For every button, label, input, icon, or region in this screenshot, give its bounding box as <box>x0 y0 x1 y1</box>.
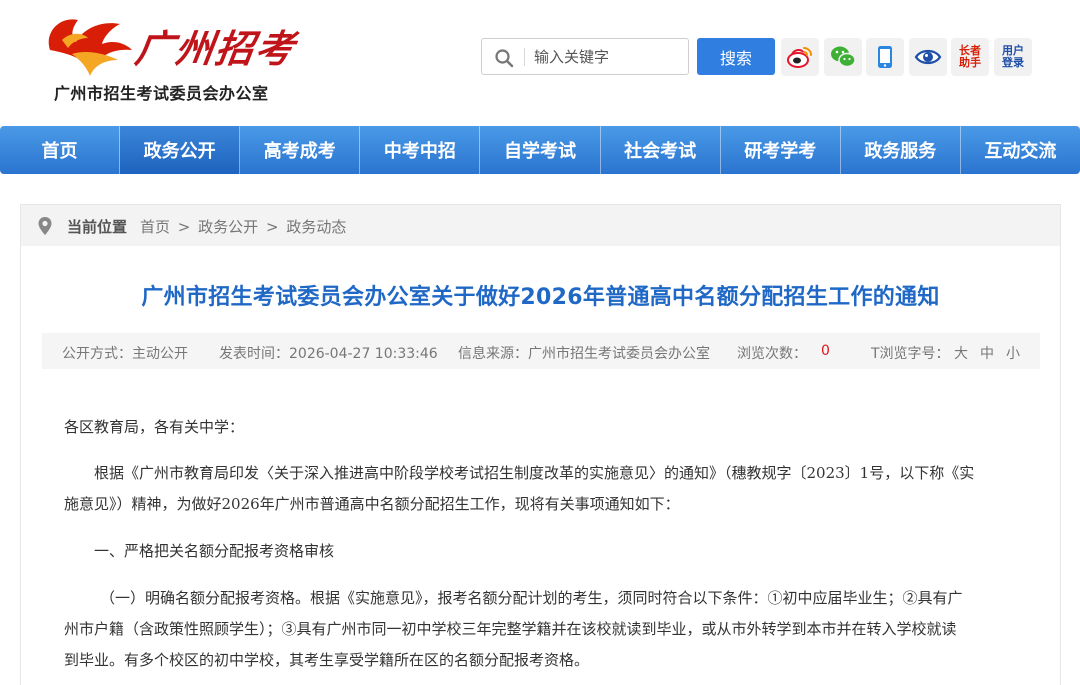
nav-item-home[interactable]: 首页 <box>0 126 121 174</box>
elder-helper-icon: 长者 助手 <box>959 44 981 69</box>
search-box <box>481 38 689 75</box>
search-button[interactable]: 搜索 <box>697 38 775 75</box>
eye-icon <box>914 49 942 65</box>
nav-item-gaokao[interactable]: 高考成考 <box>240 126 361 174</box>
weibo-icon <box>787 47 812 68</box>
accessibility-button[interactable] <box>909 38 947 76</box>
paragraph-line: 各区教育局，各有关中学： <box>64 418 245 436</box>
nav-item-self-study[interactable]: 自学考试 <box>480 126 601 174</box>
meta-font-size-label: T浏览字号： <box>871 346 950 362</box>
logo-flame-icon <box>48 19 132 76</box>
nav-item-social-exam[interactable]: 社会考试 <box>601 126 721 174</box>
user-login-button[interactable]: 用户 登录 <box>994 38 1032 76</box>
mobile-button[interactable] <box>866 38 904 76</box>
nav-item-zhongkao[interactable]: 中考中招 <box>360 126 481 174</box>
breadcrumb-sep: > <box>177 218 191 236</box>
site-header: 广州招考 广州市招生考试委员会办公室 搜索 <box>0 0 1080 118</box>
meta-open-mode: 公开方式：主动公开 <box>62 346 188 362</box>
wechat-button[interactable] <box>824 38 862 76</box>
org-name: 广州市招生考试委员会办公室 <box>54 84 269 103</box>
wechat-icon <box>831 46 856 68</box>
meta-source: 信息来源：广州市招生考试委员会办公室 <box>458 346 710 362</box>
nav-item-graduate-exam[interactable]: 研考学考 <box>721 126 841 174</box>
paragraph-line: 根据《广州市教育局印发〈关于深入推进高中阶段学校考试招生制度改革的实施意见〉的通… <box>94 464 975 482</box>
paragraph-line: 州市户籍（含政策性照顾学生）；③具有广州市同一初中学校三年完整学籍并在该校就读到… <box>64 620 957 638</box>
paragraph-line: 到毕业。有多个校区的初中学校，其考生享受学籍所在区的名额分配报考资格。 <box>64 651 590 669</box>
breadcrumb-sep: > <box>265 218 279 236</box>
breadcrumb-gov-affairs[interactable]: 政务公开 <box>198 218 258 236</box>
meta-publish-time: 发表时间：2026-04-27 10:33:46 <box>219 346 438 362</box>
main-nav: 首页 政务公开 高考成考 中考中招 自学考试 社会考试 研考学考 政务服务 互动… <box>0 126 1080 174</box>
location-pin-icon <box>38 217 52 235</box>
breadcrumb-label: 当前位置 <box>67 218 128 236</box>
font-size-small[interactable]: 小 <box>1006 343 1020 363</box>
breadcrumb-path: 首页 > 政务公开 > 政务动态 <box>140 216 349 237</box>
nav-item-gov-affairs[interactable]: 政务公开 <box>120 126 241 174</box>
font-size-medium[interactable]: 中 <box>980 343 994 363</box>
search-icon <box>495 49 514 68</box>
paragraph-line: 施意见》）精神，为做好2026年广州市普通高中名额分配招生工作，现将有关事项通知… <box>64 495 680 513</box>
mobile-icon <box>878 46 892 68</box>
article-meta: 公开方式：主动公开 发表时间：2026-04-27 10:33:46 信息来源：… <box>42 333 1040 369</box>
article-container: 当前位置 首页 > 政务公开 > 政务动态 广州市招生考试委员会办公室关于做好2… <box>20 204 1061 685</box>
article-title: 广州市招生考试委员会办公室关于做好2026年普通高中名额分配招生工作的通知 <box>141 285 940 310</box>
article-heading: 一、严格把关名额分配报考资格审核 <box>64 536 1014 567</box>
nav-item-gov-service[interactable]: 政务服务 <box>841 126 961 174</box>
elder-helper-button[interactable]: 长者 助手 <box>951 38 989 76</box>
breadcrumb-home[interactable]: 首页 <box>140 218 170 236</box>
search-divider <box>524 48 525 66</box>
article-paragraph: 各区教育局，各有关中学： <box>64 412 1014 443</box>
breadcrumb-gov-news[interactable]: 政务动态 <box>286 218 346 236</box>
search-input[interactable] <box>534 45 684 69</box>
paragraph-line: 一、严格把关名额分配报考资格审核 <box>94 542 335 560</box>
paragraph-line: （一）明确名额分配报考资格。根据《实施意见》，报考名额分配计划的考生，须同时符合… <box>100 589 963 607</box>
site-logo[interactable]: 广州招考 广州市招生考试委员会办公室 <box>40 10 299 105</box>
nav-item-interaction[interactable]: 互动交流 <box>961 126 1080 174</box>
breadcrumb: 当前位置 首页 > 政务公开 > 政务动态 <box>21 205 1060 246</box>
weibo-button[interactable] <box>781 38 819 76</box>
logo-text: 广州招考 <box>132 26 299 71</box>
article-paragraph: 根据《广州市教育局印发〈关于深入推进高中阶段学校考试招生制度改革的实施意见〉的通… <box>64 458 1014 520</box>
user-login-icon: 用户 登录 <box>1002 44 1024 69</box>
font-size-large[interactable]: 大 <box>954 343 968 363</box>
meta-views-count: 0 <box>821 343 830 359</box>
article-paragraph: （一）明确名额分配报考资格。根据《实施意见》，报考名额分配计划的考生，须同时符合… <box>64 583 1014 676</box>
meta-views-label: 浏览次数： <box>737 346 807 362</box>
